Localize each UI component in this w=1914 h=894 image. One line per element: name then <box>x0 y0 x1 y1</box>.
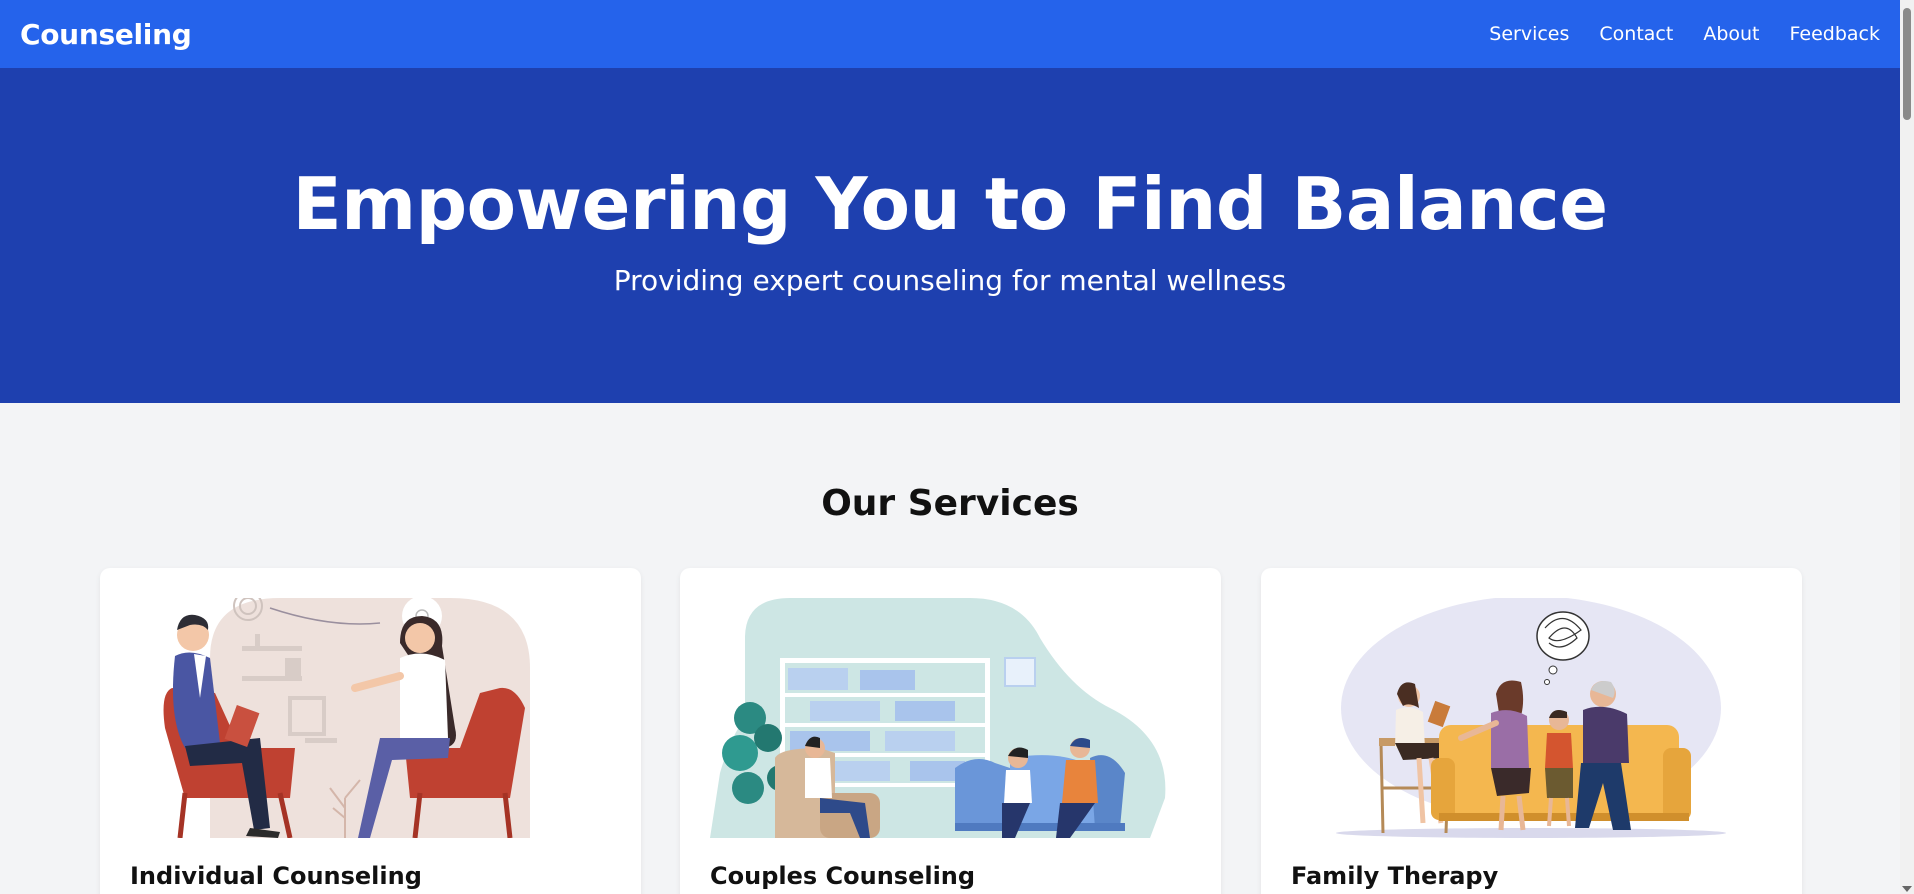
service-card-individual[interactable]: Individual Counseling <box>100 568 641 894</box>
services-heading: Our Services <box>821 483 1079 524</box>
nav-link-contact[interactable]: Contact <box>1599 23 1673 45</box>
scroll-down-arrow-icon[interactable] <box>1902 886 1912 892</box>
hero-title: Empowering You to Find Balance <box>292 162 1608 246</box>
service-card-couples[interactable]: Couples Counseling <box>680 568 1221 894</box>
nav-link-feedback[interactable]: Feedback <box>1790 23 1880 45</box>
service-card-title: Family Therapy <box>1291 862 1499 890</box>
family-therapy-illustration <box>1336 598 1726 838</box>
individual-counseling-illustration <box>163 598 530 838</box>
nav-links: Services Contact About Feedback <box>1489 23 1880 45</box>
nav-link-about[interactable]: About <box>1703 23 1759 45</box>
brand-logo[interactable]: Counseling <box>20 18 192 51</box>
scrollbar-thumb[interactable] <box>1903 8 1911 120</box>
nav-link-services[interactable]: Services <box>1489 23 1569 45</box>
service-card-title: Individual Counseling <box>130 862 422 890</box>
service-card-title: Couples Counseling <box>710 862 976 890</box>
navbar: Counseling Services Contact About Feedba… <box>0 0 1900 68</box>
service-card-family[interactable]: Family Therapy <box>1261 568 1802 894</box>
hero-section: Empowering You to Find Balance Providing… <box>0 68 1900 403</box>
couples-counseling-illustration <box>710 598 1166 838</box>
hero-subtitle: Providing expert counseling for mental w… <box>613 264 1287 297</box>
vertical-scrollbar[interactable] <box>1900 0 1914 894</box>
